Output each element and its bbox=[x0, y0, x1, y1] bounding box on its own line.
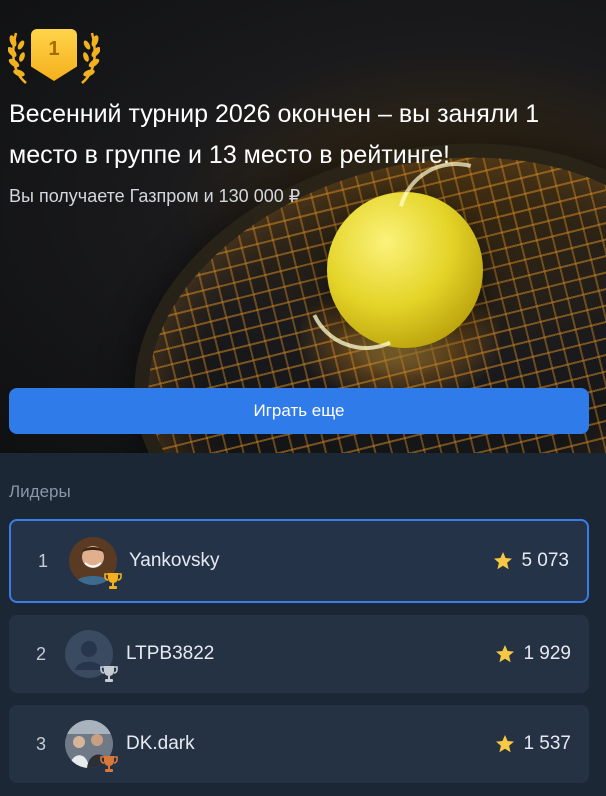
leader-name: LTPB3822 bbox=[126, 643, 215, 664]
avatar bbox=[65, 720, 118, 772]
tournament-hero: 1 Весенний турнир 2026 окончен – вы заня… bbox=[0, 0, 606, 453]
avatar bbox=[69, 537, 122, 589]
avatar bbox=[65, 630, 118, 682]
leader-score: 1 537 bbox=[495, 705, 571, 783]
bronze-trophy-icon bbox=[100, 756, 118, 772]
leader-rank: 3 bbox=[35, 733, 46, 754]
first-place-badge: 1 bbox=[8, 25, 100, 87]
leader-rank: 1 bbox=[37, 550, 48, 571]
gold-trophy-icon bbox=[104, 573, 122, 589]
score-value: 1 537 bbox=[523, 733, 571, 754]
star-icon bbox=[496, 735, 515, 753]
score-value: 1 929 bbox=[523, 643, 571, 664]
leader-score: 1 929 bbox=[495, 615, 571, 693]
laurel-right-icon bbox=[81, 32, 100, 84]
leader-row-1[interactable]: 1 Yankovsky 5 073 bbox=[9, 519, 589, 603]
score-value: 5 073 bbox=[521, 550, 569, 571]
tournament-result-title: Весенний турнир 2026 окончен – вы заняли… bbox=[9, 100, 540, 169]
leader-row-2[interactable]: 2 LTPB3822 1 929 bbox=[9, 615, 589, 693]
star-icon bbox=[496, 645, 515, 663]
silver-trophy-icon bbox=[100, 666, 118, 682]
play-again-button[interactable]: Играть еще bbox=[9, 388, 589, 434]
badge-rank-number: 1 bbox=[48, 38, 60, 60]
rank-shield: 1 bbox=[31, 29, 77, 81]
laurel-left-icon bbox=[8, 32, 27, 84]
leader-rank: 2 bbox=[35, 643, 46, 664]
leader-score: 5 073 bbox=[493, 521, 569, 601]
prize-subtitle: Вы получаете Газпром и 130 000 ₽ bbox=[9, 186, 301, 206]
leader-name: Yankovsky bbox=[129, 550, 220, 571]
leader-row-3[interactable]: 3 DK.dark 1 537 bbox=[9, 705, 589, 783]
star-icon bbox=[494, 552, 513, 570]
leaders-heading: Лидеры bbox=[9, 482, 71, 501]
leader-name: DK.dark bbox=[126, 733, 195, 754]
tennis-ball-image bbox=[327, 192, 483, 348]
